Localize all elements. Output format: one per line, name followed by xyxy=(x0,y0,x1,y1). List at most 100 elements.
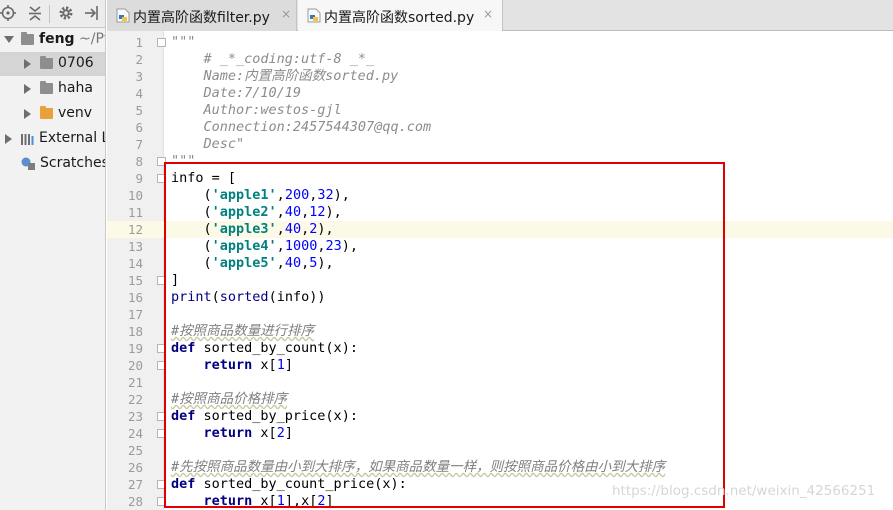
tree-item-haha[interactable]: haha xyxy=(0,77,105,101)
code-text: Date:7/10/19 xyxy=(171,85,302,101)
code-text: ('apple2',40,12), xyxy=(171,204,342,220)
line-number: 9 xyxy=(135,171,143,186)
fold-marker-icon[interactable] xyxy=(157,429,166,438)
code-editor[interactable]: 1 """ 2 # _*_coding:utf-8 _*_ 3 Name:内置高阶函数… xyxy=(107,31,893,510)
folder-icon xyxy=(40,56,53,69)
tree-item-scratches[interactable]: Scratches xyxy=(0,152,105,176)
code-line[interactable]: 25 xyxy=(107,442,893,459)
code-line[interactable]: 1 """ xyxy=(107,34,893,51)
target-icon[interactable] xyxy=(0,3,20,23)
fold-marker-icon[interactable] xyxy=(157,344,166,353)
code-text: # _*_coding:utf-8 _*_ xyxy=(171,51,375,67)
line-number: 22 xyxy=(127,392,143,407)
tab-filter-py[interactable]: 内置高阶函数filter.py × xyxy=(107,0,297,31)
python-file-icon xyxy=(116,8,130,23)
code-line[interactable]: 4 Date:7/10/19 xyxy=(107,85,893,102)
code-line[interactable]: 19 def sorted_by_count(x): xyxy=(107,340,893,357)
code-line[interactable]: 20 return x[1] xyxy=(107,357,893,374)
line-number: 15 xyxy=(127,273,143,288)
code-line[interactable]: 2 # _*_coding:utf-8 _*_ xyxy=(107,51,893,68)
line-number: 16 xyxy=(127,290,143,305)
line-number: 6 xyxy=(135,120,143,135)
code-line[interactable]: 5 Author:westos-gjl xyxy=(107,102,893,119)
hide-icon[interactable] xyxy=(81,3,101,23)
tree-item-0706[interactable]: 0706 xyxy=(0,52,105,76)
chevron-right-icon[interactable] xyxy=(5,134,12,144)
line-number: 24 xyxy=(127,426,143,441)
chevron-right-icon[interactable] xyxy=(24,84,31,94)
code-line[interactable]: 11 ('apple2',40,12), xyxy=(107,204,893,221)
fold-marker-icon[interactable] xyxy=(157,174,166,183)
line-number: 19 xyxy=(127,341,143,356)
fold-marker-icon[interactable] xyxy=(157,38,166,47)
code-line[interactable]: 15] xyxy=(107,272,893,289)
code-text: ('apple4',1000,23), xyxy=(171,238,359,254)
tree-item-external-libraries[interactable]: External L xyxy=(0,127,105,151)
code-line[interactable]: 26 #先按照商品数量由小到大排序，如果商品数量一样，则按照商品价格由小到大排序 xyxy=(107,459,893,476)
tree-item-venv[interactable]: venv xyxy=(0,102,105,126)
fold-marker-icon[interactable] xyxy=(157,497,166,506)
scratches-icon xyxy=(21,157,35,170)
tree-item-label: haha xyxy=(58,80,93,96)
fold-marker-icon[interactable] xyxy=(157,361,166,370)
code-line[interactable]: 3 Name:内置高阶函数sorted.py xyxy=(107,68,893,85)
code-line[interactable]: 13 ('apple4',1000,23), xyxy=(107,238,893,255)
code-line[interactable]: 16 print(sorted(info)) xyxy=(107,289,893,306)
line-number: 11 xyxy=(127,205,143,220)
code-text: ('apple5',40,5), xyxy=(171,255,334,271)
tree-item-feng[interactable]: feng ~/Py xyxy=(0,28,105,52)
line-number: 8 xyxy=(135,154,143,169)
fold-marker-icon[interactable] xyxy=(157,157,166,166)
fold-marker-icon[interactable] xyxy=(157,276,166,285)
folder-icon xyxy=(21,32,34,45)
code-text: #先按照商品数量由小到大排序，如果商品数量一样，则按照商品价格由小到大排序 xyxy=(171,459,666,475)
tab-title: 内置高阶函数sorted.py xyxy=(324,10,475,26)
code-line[interactable]: 17 xyxy=(107,306,893,323)
tree-item-label: 0706 xyxy=(58,55,94,71)
code-line[interactable]: 14 ('apple5',40,5), xyxy=(107,255,893,272)
close-icon[interactable]: × xyxy=(281,7,291,21)
line-number: 7 xyxy=(135,137,143,152)
code-line[interactable]: 7 Desc" xyxy=(107,136,893,153)
code-line[interactable]: 9 info = [ xyxy=(107,170,893,187)
code-line[interactable]: 12 ('apple3',40,2), xyxy=(107,221,893,238)
code-line[interactable]: 8 """ xyxy=(107,153,893,170)
code-text: ('apple3',40,2), xyxy=(171,221,334,237)
project-panel: feng ~/Py 0706 haha venv External L Scra… xyxy=(0,0,106,510)
chevron-right-icon[interactable] xyxy=(24,59,31,69)
line-number: 28 xyxy=(127,494,143,509)
code-text: def sorted_by_count(x): xyxy=(171,340,358,356)
code-text: #按照商品价格排序 xyxy=(171,391,288,407)
tree-item-label: venv xyxy=(58,105,93,121)
chevron-down-icon[interactable] xyxy=(4,36,14,43)
code-text: ('apple1',200,32), xyxy=(171,187,350,203)
collapse-icon[interactable] xyxy=(25,3,45,23)
gear-icon[interactable] xyxy=(56,3,76,23)
toolbar-divider xyxy=(49,5,50,23)
line-number: 20 xyxy=(127,358,143,373)
tab-sorted-py[interactable]: 内置高阶函数sorted.py × xyxy=(298,0,503,32)
code-text: return x[2] xyxy=(203,425,293,441)
line-number: 5 xyxy=(135,103,143,118)
line-number: 13 xyxy=(127,239,143,254)
code-text: def sorted_by_count_price(x): xyxy=(171,476,407,492)
line-number: 4 xyxy=(135,86,143,101)
chevron-right-icon[interactable] xyxy=(24,109,31,119)
line-number: 26 xyxy=(127,460,143,475)
code-line[interactable]: 6 Connection:2457544307@qq.com xyxy=(107,119,893,136)
code-line[interactable]: 18 #按照商品数量进行排序 xyxy=(107,323,893,340)
code-line[interactable]: 24 return x[2] xyxy=(107,425,893,442)
code-line[interactable]: 10 ('apple1',200,32), xyxy=(107,187,893,204)
code-line[interactable]: 22 #按照商品价格排序 xyxy=(107,391,893,408)
fold-marker-icon[interactable] xyxy=(157,412,166,421)
line-number: 25 xyxy=(127,443,143,458)
code-line[interactable]: 21 xyxy=(107,374,893,391)
watermark: https://blog.csdn.net/weixin_42566251 xyxy=(612,483,876,499)
fold-marker-icon[interactable] xyxy=(157,480,166,489)
close-icon[interactable]: × xyxy=(483,7,493,21)
line-number: 17 xyxy=(127,307,143,322)
line-number: 1 xyxy=(135,35,143,50)
library-icon xyxy=(21,134,34,145)
code-line[interactable]: 23 def sorted_by_price(x): xyxy=(107,408,893,425)
line-number: 23 xyxy=(127,409,143,424)
